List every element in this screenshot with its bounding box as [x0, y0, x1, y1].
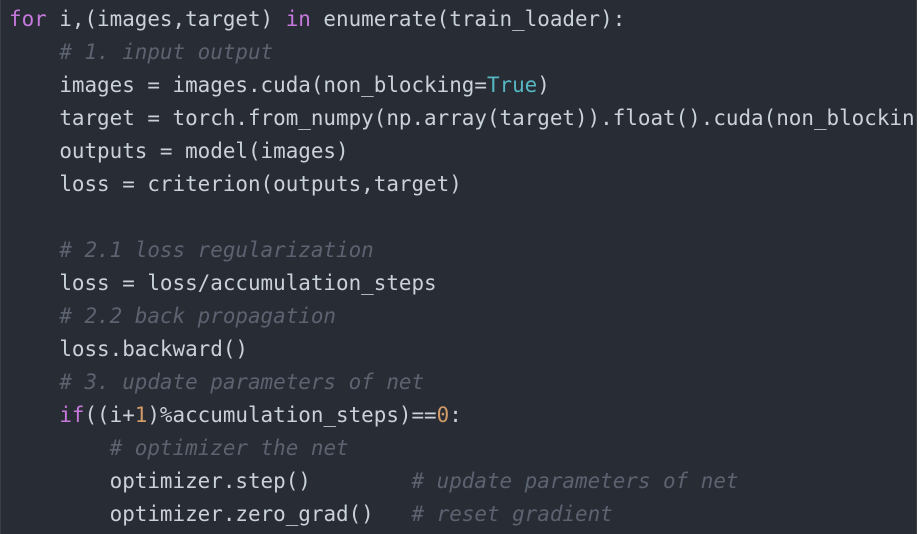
comment-token: # update parameters of net: [411, 469, 739, 493]
code-line: optimizer.zero_grad() # reset gradient: [9, 498, 915, 531]
code-token: optimizer.zero_grad(): [109, 502, 412, 526]
comment-token: # 1. input output: [59, 40, 274, 64]
code-line: # 2.1 loss regularization: [9, 234, 915, 267]
code-line: optimizer.step() # update parameters of …: [9, 465, 915, 498]
code-token: i,(images,target): [46, 7, 286, 31]
code-line: images = images.cuda(non_blocking=True): [9, 69, 915, 102]
keyword-token: in: [285, 7, 311, 31]
code-token: outputs = model(images): [59, 139, 349, 163]
keyword-token: for: [9, 7, 47, 31]
code-token: enumerate(train_loader):: [310, 7, 626, 31]
code-token: loss = criterion(outputs,target): [59, 172, 462, 196]
code-token: target = torch.from_numpy(np.array(targe…: [59, 106, 915, 130]
code-line: target = torch.from_numpy(np.array(targe…: [9, 102, 915, 135]
code-line: # 2.2 back propagation: [9, 300, 915, 333]
comment-token: # 3. update parameters of net: [59, 370, 425, 394]
code-token: optimizer.step(): [109, 469, 412, 493]
code-line: for i,(images,target) in enumerate(train…: [9, 3, 915, 36]
code-line: loss = criterion(outputs,target): [9, 168, 915, 201]
code-line: # optimizer the net: [9, 432, 915, 465]
comment-token: # reset gradient: [411, 502, 613, 526]
comment-token: # 2.1 loss regularization: [59, 238, 374, 262]
code-block[interactable]: for i,(images,target) in enumerate(train…: [9, 3, 915, 531]
code-line: if((i+1)%accumulation_steps)==0:: [9, 399, 915, 432]
code-token: images = images.cuda(non_blocking=: [59, 73, 487, 97]
code-line: # 1. input output: [9, 36, 915, 69]
code-editor[interactable]: for i,(images,target) in enumerate(train…: [0, 0, 917, 534]
code-line: # 3. update parameters of net: [9, 366, 915, 399]
number-token: 1: [134, 403, 148, 427]
code-token: loss = loss/accumulation_steps: [59, 271, 437, 295]
code-token: ((i+: [84, 403, 135, 427]
code-line: loss = loss/accumulation_steps: [9, 267, 915, 300]
code-line: outputs = model(images): [9, 135, 915, 168]
code-token: )%accumulation_steps)==: [147, 403, 437, 427]
comment-token: # 2.2 back propagation: [59, 304, 337, 328]
keyword-token: if: [59, 403, 85, 427]
builtin-token: True: [486, 73, 538, 97]
code-token: loss.backward(): [59, 337, 248, 361]
comment-token: # optimizer the net: [109, 436, 349, 460]
code-token: ): [537, 73, 550, 97]
code-line: loss.backward(): [9, 333, 915, 366]
code-token: :: [449, 403, 462, 427]
number-token: 0: [436, 403, 450, 427]
